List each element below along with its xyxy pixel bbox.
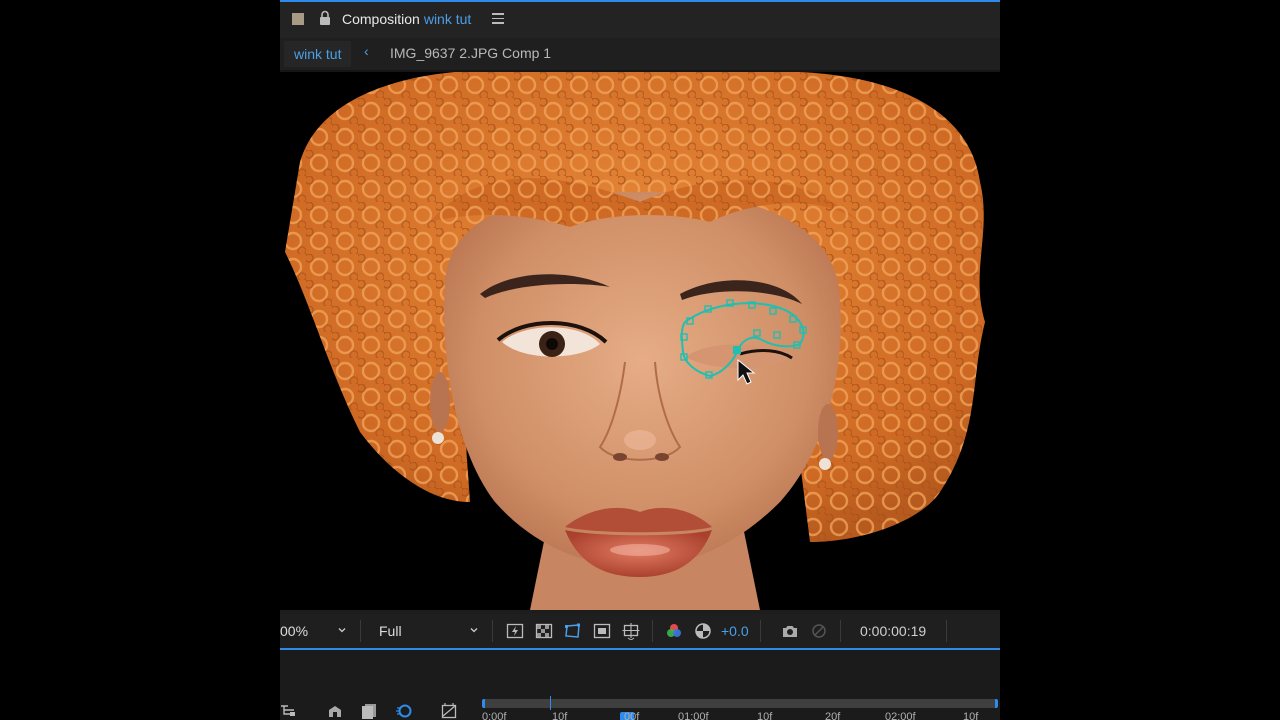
guides-icon[interactable]: [622, 622, 640, 640]
chevron-down-icon[interactable]: [338, 626, 346, 634]
work-area-bar[interactable]: [482, 699, 998, 708]
time-ruler[interactable]: 0:00f 10f 00f 01:00f 10f 20f 02:00f 10f: [482, 696, 1000, 720]
snapshot-icon[interactable]: [781, 622, 799, 640]
after-effects-app: Composition wink tut wink tut ‹ IMG_9637 …: [280, 0, 1000, 720]
toolbar-divider: [492, 620, 493, 642]
draft-3d-icon[interactable]: [326, 702, 344, 720]
breadcrumb-active-comp[interactable]: wink tut: [284, 41, 352, 67]
toolbar-divider: [946, 620, 947, 642]
reset-exposure-icon[interactable]: [694, 622, 712, 640]
portrait-image: [285, 72, 985, 610]
magnification-dropdown[interactable]: 00%: [280, 623, 308, 639]
toolbar-divider: [760, 620, 761, 642]
fast-previews-icon[interactable]: [506, 622, 524, 640]
viewer-toolbar: 00% Full +0.0 0:00:00:19: [280, 614, 1000, 650]
ruler-tick: 00f: [624, 711, 640, 720]
motion-blur-icon[interactable]: [395, 702, 413, 720]
ruler-tick: 10f: [552, 711, 568, 720]
ruler-tick: 20f: [825, 711, 841, 720]
transparency-grid-icon[interactable]: [535, 622, 553, 640]
panel-label: Composition: [342, 11, 420, 27]
panel-title: Composition wink tut: [342, 11, 471, 27]
title-safe-icon[interactable]: [593, 622, 611, 640]
exposure-value[interactable]: +0.0: [721, 623, 749, 639]
label-color-swatch[interactable]: [292, 13, 304, 25]
chevron-down-icon[interactable]: [470, 626, 478, 634]
composition-panel-header: Composition wink tut: [280, 0, 1000, 38]
selected-mask-vertex[interactable]: [733, 346, 741, 354]
lock-icon[interactable]: [318, 10, 332, 26]
time-marker: [550, 696, 551, 710]
color-channels-icon[interactable]: [665, 622, 683, 640]
current-time-display[interactable]: 0:00:00:19: [860, 623, 926, 639]
mask-visibility-icon[interactable]: [564, 622, 582, 640]
frame-blending-icon[interactable]: [360, 702, 378, 720]
ruler-tick: 10f: [963, 711, 979, 720]
toolbar-divider: [840, 620, 841, 642]
composition-viewer[interactable]: [280, 72, 1000, 610]
composition-flowchart-icon[interactable]: [280, 702, 298, 720]
breadcrumb-comp-item[interactable]: IMG_9637 2.JPG Comp 1: [390, 45, 551, 61]
composition-breadcrumb: wink tut ‹ IMG_9637 2.JPG Comp 1: [280, 38, 1000, 72]
ruler-tick: 02:00f: [885, 711, 916, 720]
graph-editor-icon[interactable]: [440, 702, 458, 720]
panel-menu-icon[interactable]: [492, 13, 504, 25]
comp-name[interactable]: wink tut: [424, 11, 471, 27]
ruler-tick: 0:00f: [482, 711, 507, 720]
show-snapshot-icon[interactable]: [810, 622, 828, 640]
ruler-tick: 10f: [757, 711, 773, 720]
toolbar-divider: [360, 620, 361, 642]
timeline-panel: 0:00f 10f 00f 01:00f 10f 20f 02:00f 10f: [280, 650, 1000, 720]
ruler-tick: 01:00f: [678, 711, 709, 720]
back-chevron-icon[interactable]: ‹: [364, 43, 369, 59]
toolbar-divider: [652, 620, 653, 642]
resolution-dropdown[interactable]: Full: [379, 623, 402, 639]
